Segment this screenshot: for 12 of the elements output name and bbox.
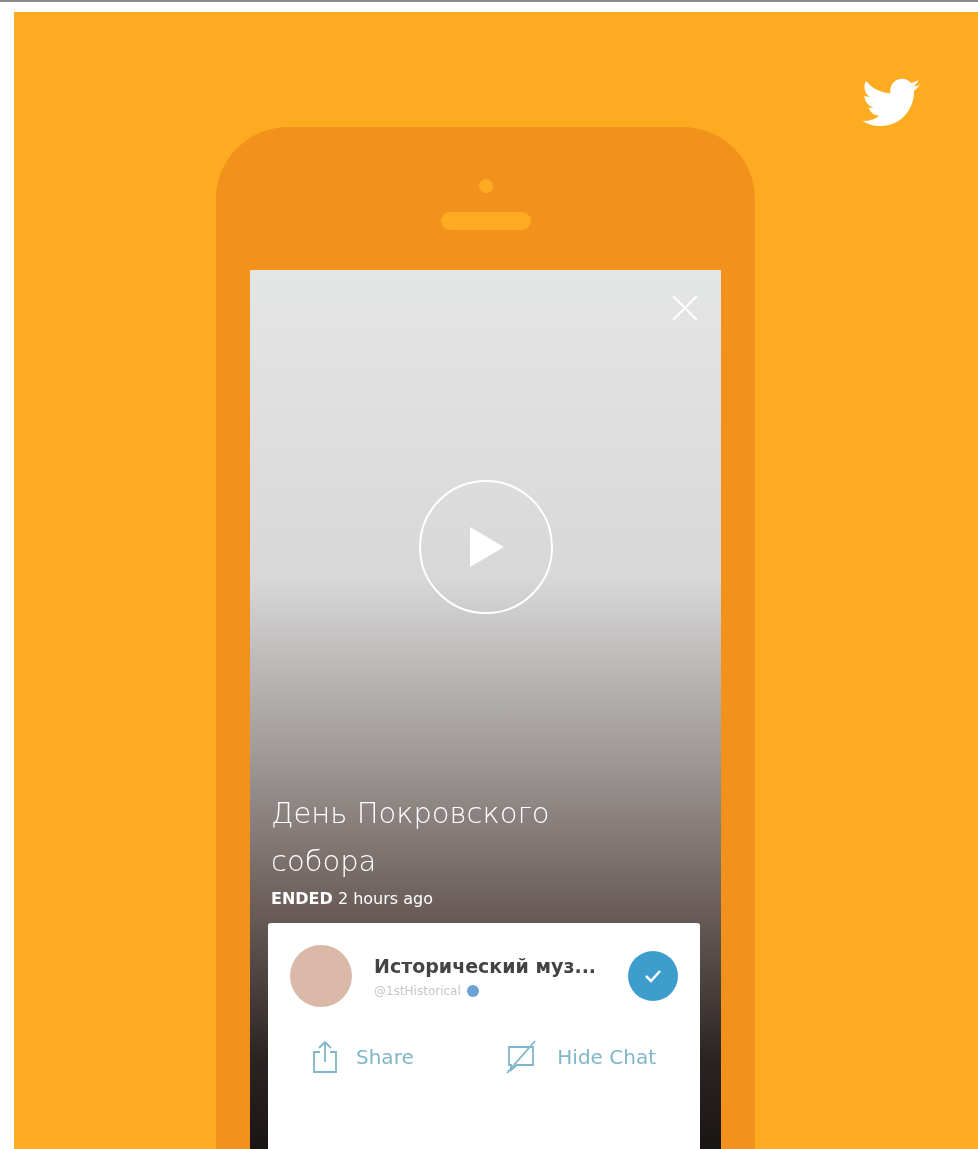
- broadcast-title: День Покровского собора: [271, 795, 551, 880]
- profile-name: Исторический муз...: [374, 954, 598, 980]
- share-button[interactable]: Share: [312, 1039, 414, 1075]
- profile-handle: @1stHistorical: [374, 982, 461, 1000]
- share-icon: [312, 1040, 338, 1074]
- broadcast-status: ENDED 2 hours ago: [271, 888, 434, 910]
- close-icon[interactable]: [671, 294, 699, 322]
- play-button[interactable]: [418, 480, 553, 614]
- check-icon: [644, 969, 662, 983]
- bird-icon: [862, 78, 920, 128]
- follow-button[interactable]: [628, 951, 678, 1001]
- hide-chat-button[interactable]: Hide Chat: [503, 1039, 656, 1075]
